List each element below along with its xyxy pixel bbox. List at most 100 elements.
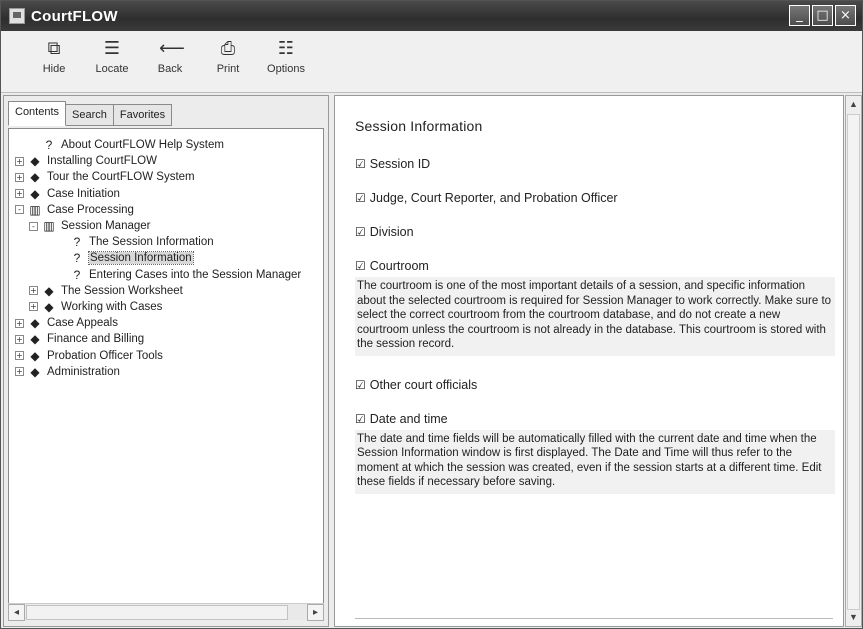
- print-button[interactable]: ⎙ Print: [199, 31, 257, 89]
- tree-item[interactable]: - ▥ Case Processing: [9, 202, 323, 218]
- open-book-icon: ▥: [29, 202, 41, 217]
- topic-section-heading[interactable]: ☑ Other court officials: [355, 378, 835, 392]
- open-book-icon: ▥: [43, 219, 55, 234]
- tree-item-label: Working with Cases: [61, 300, 163, 313]
- tree-item[interactable]: ? About CourtFLOW Help System: [9, 137, 323, 153]
- help-topic-icon: ?: [45, 138, 53, 153]
- expand-icon[interactable]: +: [15, 334, 24, 344]
- scroll-right-button[interactable]: ▸: [307, 604, 324, 621]
- book-icon: ◆: [30, 186, 40, 201]
- help-topic-icon: ?: [73, 267, 81, 282]
- window-title: CourtFLOW: [31, 7, 118, 25]
- expand-section-icon[interactable]: ☑: [355, 259, 366, 273]
- minimize-button[interactable]: _: [789, 5, 810, 26]
- tree-item[interactable]: ? Session Information: [9, 250, 323, 266]
- tree-item-label: Entering Cases into the Session Manager: [89, 268, 302, 281]
- horizontal-scroll-thumb[interactable]: [26, 605, 288, 620]
- book-icon: ◆: [44, 299, 54, 314]
- section-label: Judge, Court Reporter, and Probation Off…: [369, 191, 618, 205]
- tree-item-label: Finance and Billing: [47, 333, 145, 346]
- expand-icon[interactable]: +: [15, 189, 24, 199]
- collapse-icon[interactable]: -: [29, 221, 38, 231]
- expand-icon[interactable]: +: [15, 172, 24, 182]
- tree-item[interactable]: + ◆ Case Initiation: [9, 186, 323, 202]
- tab-favorites[interactable]: Favorites: [112, 104, 173, 126]
- help-topic-icon: ?: [73, 251, 81, 266]
- tree-item-label: Case Processing: [47, 203, 134, 216]
- horizontal-scrollbar[interactable]: ◂ ▸: [8, 603, 324, 621]
- hide-icon: ⧉: [47, 38, 61, 58]
- expand-icon[interactable]: +: [15, 351, 24, 361]
- tree-item[interactable]: + ◆ Tour the CourtFLOW System: [9, 169, 323, 185]
- contents-tree-box: ? About CourtFLOW Help System + ◆ Installing…: [8, 128, 324, 616]
- options-button[interactable]: ☷ Options: [257, 31, 315, 89]
- tree-item[interactable]: + ◆ Administration: [9, 364, 323, 380]
- section-label: Date and time: [369, 411, 448, 426]
- topic-content: Session Information ☑ Session ID ☑ Judge, C…: [355, 118, 835, 516]
- tree-item[interactable]: + ◆ Probation Officer Tools: [9, 347, 323, 363]
- title-bar[interactable]: CourtFLOW _ □ ×: [1, 1, 862, 31]
- book-icon: ◆: [30, 364, 40, 379]
- back-button[interactable]: ⟵ Back: [141, 31, 199, 89]
- expand-section-icon[interactable]: ☑: [355, 412, 366, 426]
- tree-item[interactable]: + ◆ The Session Worksheet: [9, 283, 323, 299]
- tree-item-label: Session Information: [88, 251, 194, 266]
- book-icon: ◆: [30, 170, 40, 185]
- expand-section-icon[interactable]: ☑: [355, 225, 366, 239]
- scroll-down-button[interactable]: ▼: [846, 609, 861, 626]
- collapse-icon[interactable]: -: [15, 205, 24, 215]
- expand-icon[interactable]: +: [29, 286, 38, 296]
- expand-section-icon[interactable]: ☑: [355, 378, 366, 392]
- locate-label: Locate: [95, 63, 129, 75]
- expand-section-icon[interactable]: ☑: [355, 157, 366, 171]
- topic-pane: Session Information ☑ Session ID ☑ Judge, C…: [334, 95, 844, 627]
- topic-section-heading[interactable]: ☑ Session ID: [355, 157, 835, 171]
- tree-item-label: Administration: [47, 365, 120, 378]
- topic-section-heading[interactable]: ☑ Courtroom: [355, 259, 835, 273]
- nav-tabs: Contents Search Favorites: [8, 101, 173, 129]
- locate-button[interactable]: ☰ Locate: [83, 31, 141, 89]
- expand-section-icon[interactable]: ☑: [355, 191, 366, 205]
- book-icon: ◆: [44, 283, 54, 298]
- book-icon: ◆: [30, 348, 40, 363]
- tree-item[interactable]: ? The Session Information: [9, 234, 323, 250]
- section-label: Division: [369, 225, 414, 239]
- topic-section-heading[interactable]: ☑ Date and time: [355, 412, 835, 426]
- options-label: Options: [267, 63, 305, 75]
- navigation-pane: Contents Search Favorites ? About CourtFL…: [3, 95, 329, 627]
- print-label: Print: [216, 63, 240, 75]
- section-text: The date and time fields will be automat…: [355, 429, 835, 494]
- close-button[interactable]: ×: [835, 5, 856, 26]
- hide-button[interactable]: ⧉ Hide: [25, 31, 83, 89]
- expand-icon[interactable]: +: [15, 367, 24, 377]
- vertical-scroll-thumb[interactable]: [847, 114, 860, 610]
- topic-section-heading[interactable]: ☑ Judge, Court Reporter, and Probation Of…: [355, 191, 835, 205]
- tab-search[interactable]: Search: [65, 104, 114, 126]
- tree-item-label: The Session Information: [89, 236, 214, 249]
- section-label: Courtroom: [369, 259, 429, 273]
- tab-contents[interactable]: Contents: [8, 101, 67, 126]
- back-label: Back: [157, 63, 183, 75]
- expand-icon[interactable]: +: [15, 156, 24, 166]
- scroll-left-button[interactable]: ◂: [8, 604, 25, 621]
- tree-item[interactable]: + ◆ Case Appeals: [9, 315, 323, 331]
- section-text: The courtroom is one of the most importa…: [355, 277, 835, 356]
- print-icon: ⎙: [220, 38, 236, 58]
- tree-item-label: Probation Officer Tools: [47, 349, 163, 362]
- maximize-button[interactable]: □: [812, 5, 833, 26]
- tree-item[interactable]: + ◆ Finance and Billing: [9, 331, 323, 347]
- topic-section-heading[interactable]: ☑ Division: [355, 225, 835, 239]
- options-icon: ☷: [277, 38, 295, 58]
- vertical-scrollbar[interactable]: ▲ ▼: [845, 95, 862, 627]
- tree-item[interactable]: + ◆ Installing CourtFLOW: [9, 153, 323, 169]
- window-controls: _ □ ×: [789, 5, 856, 26]
- tree-item[interactable]: + ◆ Working with Cases: [9, 299, 323, 315]
- expand-icon[interactable]: +: [29, 302, 38, 312]
- tree-item-label: Tour the CourtFLOW System: [47, 171, 195, 184]
- tree-item[interactable]: - ▥ Session Manager: [9, 218, 323, 234]
- scroll-up-button[interactable]: ▲: [846, 96, 861, 113]
- contents-tree: ? About CourtFLOW Help System + ◆ Installing…: [9, 137, 323, 380]
- expand-icon[interactable]: +: [15, 318, 24, 328]
- back-icon: ⟵: [159, 38, 185, 58]
- tree-item[interactable]: ? Entering Cases into the Session Manager: [9, 267, 323, 283]
